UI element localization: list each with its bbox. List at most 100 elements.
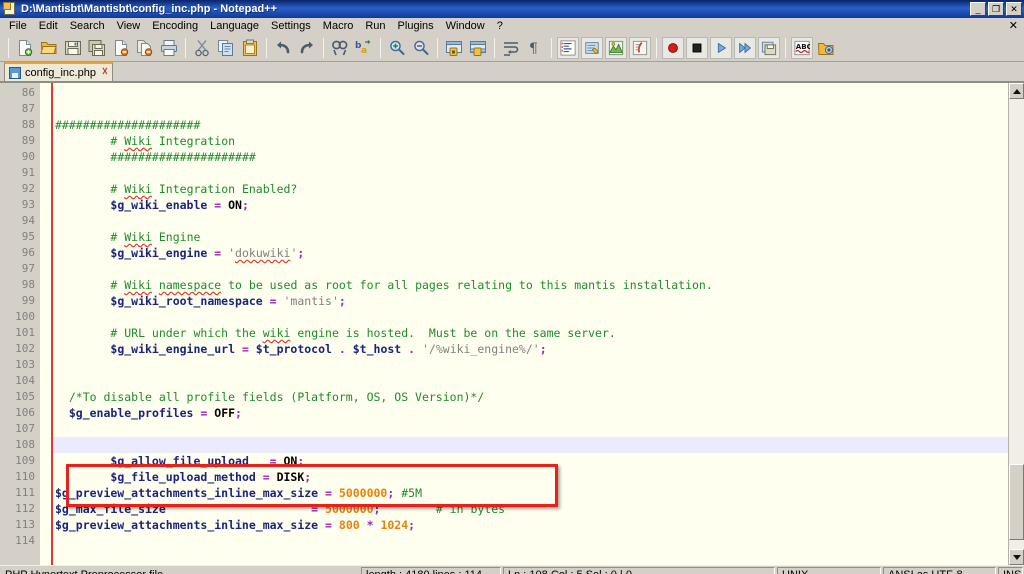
code-line[interactable] bbox=[53, 101, 1008, 117]
code-line[interactable]: # Wiki namespace to be used as root for … bbox=[53, 277, 1008, 293]
menu-item-plugins[interactable]: Plugins bbox=[392, 19, 440, 33]
code-line[interactable] bbox=[53, 421, 1008, 437]
code-line[interactable]: $g_wiki_enable = ON; bbox=[53, 197, 1008, 213]
code-line[interactable]: $g_wiki_engine_url = $t_protocol . $t_ho… bbox=[53, 341, 1008, 357]
code-token: = bbox=[255, 470, 277, 484]
show-all-characters-icon[interactable]: ¶ bbox=[524, 37, 546, 59]
zoom-out-icon[interactable] bbox=[410, 37, 432, 59]
line-number: 98 bbox=[21, 278, 35, 291]
menu-item-encoding[interactable]: Encoding bbox=[146, 19, 204, 33]
replace-icon[interactable]: ba bbox=[353, 37, 375, 59]
show-function-list-icon[interactable] bbox=[605, 36, 627, 59]
menu-item-settings[interactable]: Settings bbox=[265, 19, 317, 33]
word-wrap-icon[interactable] bbox=[500, 37, 522, 59]
scroll-up-icon[interactable] bbox=[1009, 83, 1024, 99]
code-token: = bbox=[165, 502, 326, 516]
close-all-files-icon[interactable] bbox=[134, 37, 156, 59]
code-token: ; bbox=[408, 518, 416, 532]
status-encoding[interactable]: ANSI as UTF-8 bbox=[883, 566, 996, 574]
play-macro-icon[interactable] bbox=[710, 36, 732, 59]
run-macro-multiple-times-icon[interactable] bbox=[734, 36, 756, 59]
code-line[interactable]: $g_max_file_size = 5000000; # in bytes bbox=[53, 501, 1008, 517]
menu-item-help[interactable]: ? bbox=[491, 19, 509, 33]
close-document-icon[interactable]: ✕ bbox=[1009, 19, 1018, 32]
close-file-icon[interactable] bbox=[110, 37, 132, 59]
menu-item-edit[interactable]: Edit bbox=[33, 19, 64, 33]
code-line[interactable] bbox=[53, 165, 1008, 181]
code-token: ; bbox=[338, 294, 346, 308]
code-text-area[interactable]: ##################### # Wiki Integration… bbox=[53, 83, 1008, 565]
code-line[interactable]: # Wiki Integration Enabled? bbox=[53, 181, 1008, 197]
status-eol-format[interactable]: UNIX bbox=[777, 566, 881, 574]
code-line[interactable]: $g_file_upload_method = DISK; bbox=[53, 469, 1008, 485]
code-line[interactable]: # Wiki Engine bbox=[53, 229, 1008, 245]
copy-icon[interactable] bbox=[215, 37, 237, 59]
undo-icon[interactable] bbox=[272, 37, 294, 59]
code-line[interactable] bbox=[53, 437, 1008, 453]
document-map-icon[interactable] bbox=[629, 36, 651, 59]
scroll-down-icon[interactable] bbox=[1009, 549, 1024, 565]
save-all-icon[interactable] bbox=[86, 37, 108, 59]
code-token: ##################### bbox=[55, 118, 201, 132]
code-line[interactable]: $g_wiki_engine = 'dokuwiki'; bbox=[53, 245, 1008, 261]
close-tab-icon[interactable]: ☓ bbox=[102, 67, 108, 78]
zoom-in-icon[interactable] bbox=[386, 37, 408, 59]
sync-vertical-scroll-icon[interactable] bbox=[443, 37, 465, 59]
code-line[interactable]: $g_wiki_root_namespace = 'mantis'; bbox=[53, 293, 1008, 309]
code-token: ' bbox=[228, 246, 236, 260]
code-line[interactable]: $g_enable_profiles = OFF; bbox=[53, 405, 1008, 421]
start-record-macro-icon[interactable] bbox=[662, 36, 684, 59]
cut-icon[interactable] bbox=[191, 37, 213, 59]
line-number: 102 bbox=[15, 342, 35, 355]
saved-document-icon bbox=[9, 66, 21, 79]
code-line[interactable]: $g_preview_attachments_inline_max_size =… bbox=[53, 517, 1008, 533]
user-defined-language-icon[interactable] bbox=[581, 36, 603, 59]
code-line[interactable] bbox=[53, 533, 1008, 549]
spell-check-icon[interactable]: ABC bbox=[791, 36, 813, 59]
menu-item-file[interactable]: File bbox=[3, 19, 33, 33]
menu-item-window[interactable]: Window bbox=[440, 19, 491, 33]
save-icon[interactable] bbox=[62, 37, 84, 59]
fold-margin[interactable] bbox=[40, 83, 53, 565]
menu-item-view[interactable]: View bbox=[111, 19, 147, 33]
code-line[interactable]: ##################### bbox=[53, 117, 1008, 133]
redo-icon[interactable] bbox=[296, 37, 318, 59]
scrollbar-track[interactable] bbox=[1009, 99, 1024, 549]
tab-config-inc-php[interactable]: config_inc.php ☓ bbox=[4, 62, 113, 81]
stop-record-macro-icon[interactable] bbox=[686, 36, 708, 59]
minimize-button[interactable]: _ bbox=[970, 2, 986, 16]
sync-horizontal-scroll-icon[interactable] bbox=[467, 37, 489, 59]
open-file-icon[interactable] bbox=[38, 37, 60, 59]
code-line[interactable]: $g_allow_file_upload = ON; bbox=[53, 453, 1008, 469]
print-icon[interactable] bbox=[158, 37, 180, 59]
code-line[interactable]: # Wiki Integration bbox=[53, 133, 1008, 149]
menu-item-language[interactable]: Language bbox=[204, 19, 265, 33]
vertical-scrollbar[interactable] bbox=[1008, 83, 1024, 565]
find-icon[interactable] bbox=[329, 37, 351, 59]
status-length-lines: length : 4180 lines : 114 bbox=[361, 566, 501, 574]
status-bar: PHP Hypertext Preprocessor file length :… bbox=[0, 565, 1024, 574]
new-file-icon[interactable] bbox=[14, 37, 36, 59]
code-line[interactable] bbox=[53, 85, 1008, 101]
save-macro-icon[interactable] bbox=[758, 36, 780, 59]
code-line[interactable]: ##################### bbox=[53, 149, 1008, 165]
code-token: = bbox=[235, 342, 256, 356]
close-button[interactable]: ✕ bbox=[1006, 2, 1022, 16]
indent-guide-icon[interactable] bbox=[557, 36, 579, 59]
code-line[interactable] bbox=[53, 373, 1008, 389]
code-line[interactable]: # URL under which the wiki engine is hos… bbox=[53, 325, 1008, 341]
menu-item-run[interactable]: Run bbox=[359, 19, 391, 33]
code-line[interactable] bbox=[53, 357, 1008, 373]
code-line[interactable] bbox=[53, 261, 1008, 277]
code-line[interactable] bbox=[53, 309, 1008, 325]
scrollbar-thumb[interactable] bbox=[1009, 464, 1024, 540]
run-icon[interactable] bbox=[815, 37, 837, 59]
code-line[interactable]: /*To disable all profile fields (Platfor… bbox=[53, 389, 1008, 405]
code-line[interactable]: $g_preview_attachments_inline_max_size =… bbox=[53, 485, 1008, 501]
code-line[interactable] bbox=[53, 213, 1008, 229]
menu-item-search[interactable]: Search bbox=[64, 19, 111, 33]
paste-icon[interactable] bbox=[239, 37, 261, 59]
restore-button[interactable]: ❐ bbox=[988, 2, 1004, 16]
status-insert-mode[interactable]: INS bbox=[998, 566, 1023, 574]
menu-item-macro[interactable]: Macro bbox=[317, 19, 360, 33]
